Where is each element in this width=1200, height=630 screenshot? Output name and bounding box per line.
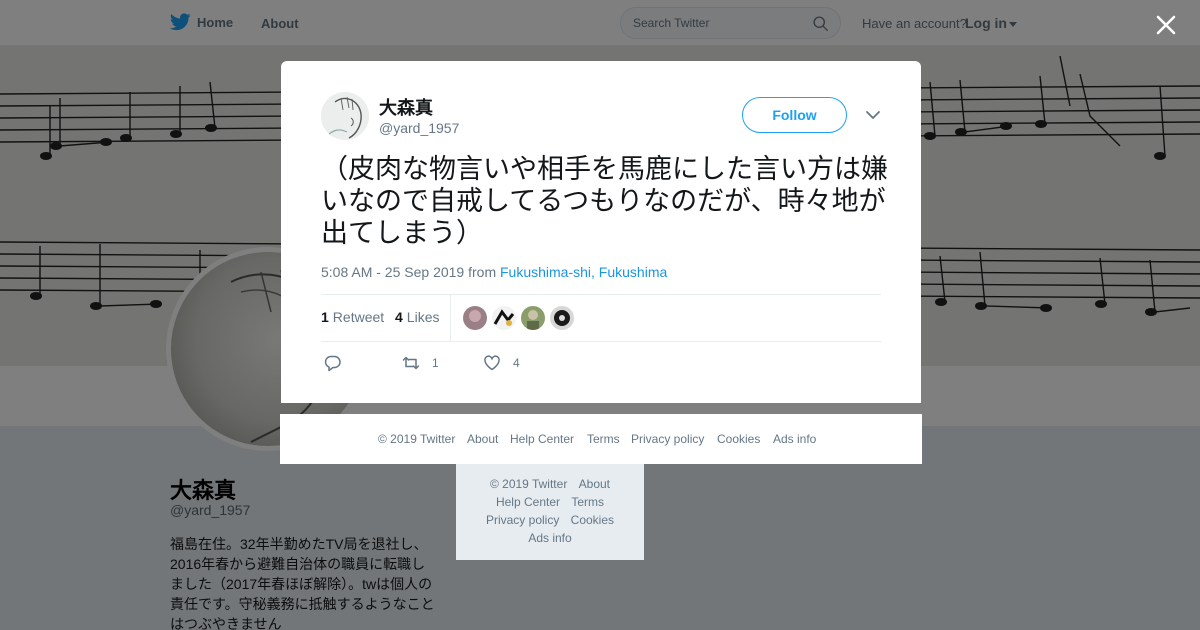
- tweet-text: （皮肉な物言いや相手を馬鹿にした言い方は嫌いなので自戒してるつもりなのだが、時々…: [321, 154, 888, 248]
- footer-about[interactable]: About: [467, 432, 498, 446]
- liker-avatar[interactable]: [521, 306, 545, 330]
- profile-name: 大森真: [170, 478, 237, 503]
- close-icon[interactable]: [1154, 13, 1178, 37]
- like-action-count: 4: [513, 356, 520, 370]
- sidebar-footer: © 2019 Twitter About Help Center Terms P…: [456, 464, 644, 560]
- footer-terms[interactable]: Terms: [587, 432, 620, 446]
- profile-handle: @yard_1957: [170, 502, 251, 518]
- retweet-action[interactable]: 1: [402, 354, 439, 372]
- divider: [450, 295, 451, 341]
- likes-stat-count: 4: [395, 309, 403, 325]
- retweet-stat-label: Retweet: [332, 309, 385, 325]
- sidebar-footer-terms[interactable]: Terms: [571, 495, 604, 509]
- sidebar-footer-privacy[interactable]: Privacy policy: [486, 513, 559, 527]
- reply-icon: [324, 355, 341, 372]
- author-avatar[interactable]: [321, 92, 369, 140]
- like-action[interactable]: 4: [483, 354, 520, 372]
- footer-help[interactable]: Help Center: [510, 432, 574, 446]
- divider: [321, 294, 881, 295]
- tweet-location-link[interactable]: Fukushima-shi, Fukushima: [500, 264, 667, 280]
- profile-bio: 福島在住。32年半勤めたTV局を退社し、2016年春から避難自治体の職員に転職し…: [170, 536, 435, 630]
- liker-avatars: [463, 306, 574, 330]
- retweet-icon: [402, 356, 420, 370]
- tweet-from-label: from: [468, 264, 497, 280]
- reply-action[interactable]: [324, 354, 342, 372]
- footer-privacy[interactable]: Privacy policy: [631, 432, 704, 446]
- liker-avatar[interactable]: [550, 306, 574, 330]
- liker-avatar[interactable]: [463, 306, 487, 330]
- sidebar-footer-copyright: © 2019 Twitter: [489, 477, 568, 491]
- footer-copyright: © 2019 Twitter: [378, 432, 456, 446]
- follow-button[interactable]: Follow: [742, 97, 847, 133]
- tweet-timestamp[interactable]: 5:08 AM - 25 Sep 2019: [321, 264, 464, 280]
- divider: [321, 341, 881, 342]
- retweet-stat[interactable]: 1 Retweet: [321, 309, 384, 325]
- sidebar-footer-ads[interactable]: Ads info: [528, 531, 571, 545]
- sidebar-footer-about[interactable]: About: [579, 477, 610, 491]
- author-handle[interactable]: @yard_1957: [379, 120, 459, 136]
- sidebar-footer-help[interactable]: Help Center: [496, 495, 560, 509]
- footer-cookies[interactable]: Cookies: [717, 432, 760, 446]
- chevron-down-icon[interactable]: [865, 109, 881, 121]
- likes-stat[interactable]: 4 Likes: [395, 309, 439, 325]
- retweet-stat-count: 1: [321, 309, 329, 325]
- tweet-modal: 大森真 @yard_1957 Follow （皮肉な物言いや相手を馬鹿にした言い…: [281, 61, 921, 403]
- retweet-action-count: 1: [432, 356, 439, 370]
- heart-icon: [484, 355, 500, 371]
- author-name[interactable]: 大森真: [379, 94, 433, 120]
- sidebar-footer-cookies[interactable]: Cookies: [571, 513, 614, 527]
- liker-avatar[interactable]: [492, 306, 516, 330]
- tweet-metadata: 5:08 AM - 25 Sep 2019 from Fukushima-shi…: [321, 264, 667, 280]
- likes-stat-label: Likes: [406, 309, 440, 325]
- footer-ads[interactable]: Ads info: [773, 432, 816, 446]
- modal-footer: © 2019 Twitter About Help Center Terms P…: [280, 414, 922, 464]
- author-avatar-sketch: [321, 92, 369, 140]
